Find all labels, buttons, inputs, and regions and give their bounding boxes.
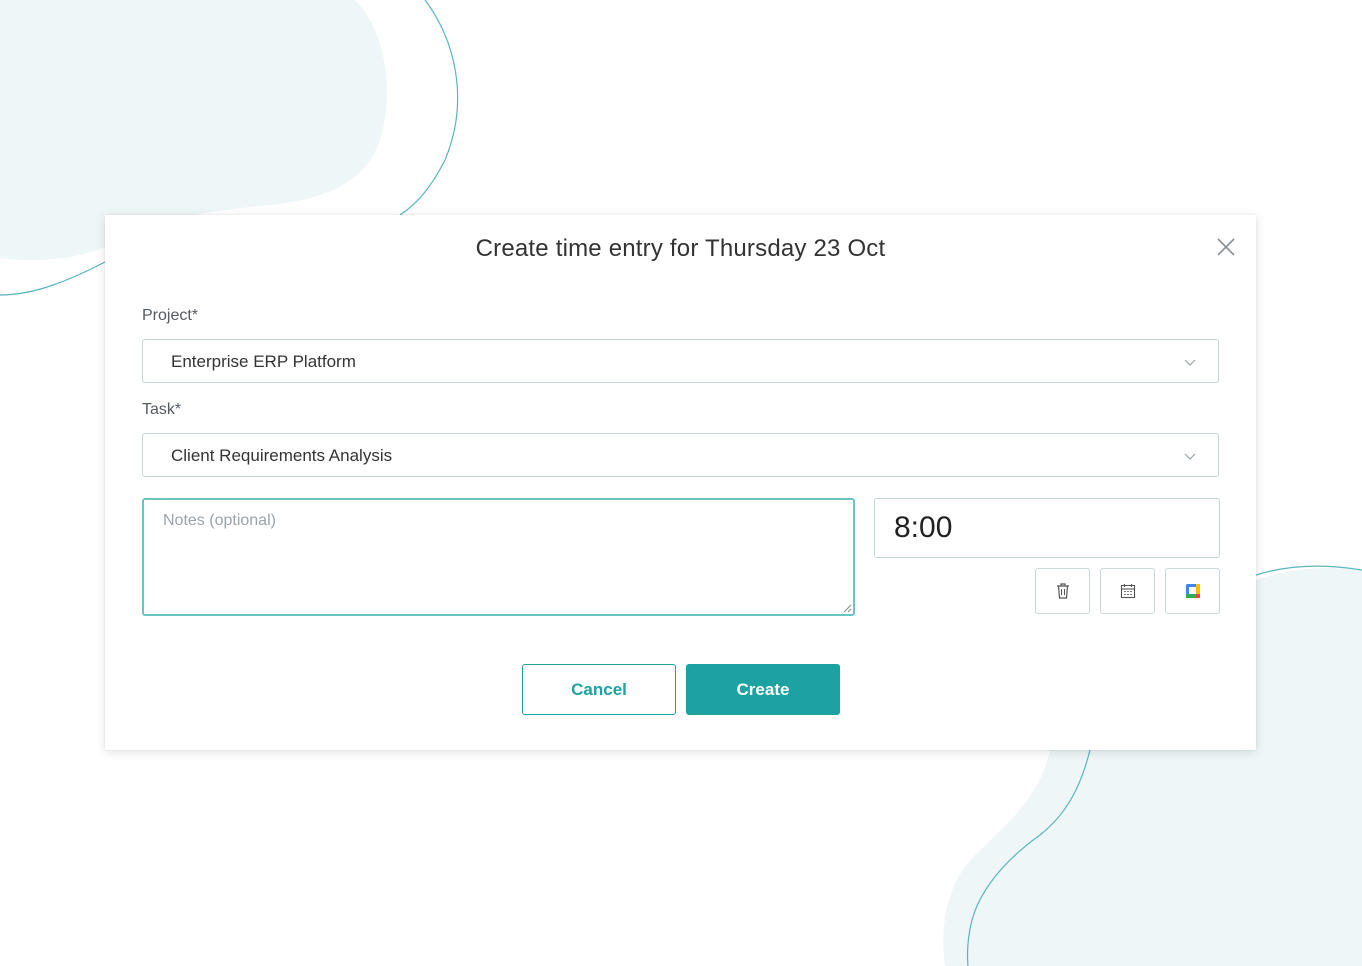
dialog-title: Create time entry for Thursday 23 Oct [475,235,886,262]
create-time-entry-dialog: Create time entry for Thursday 23 Oct Pr… [105,215,1256,750]
cancel-button[interactable]: Cancel [522,664,676,715]
chevron-down-icon [1184,359,1196,366]
task-select[interactable]: Client Requirements Analysis [142,433,1219,477]
calendar-button[interactable] [1100,568,1155,614]
calendar-icon [1120,584,1135,599]
duration-input[interactable] [874,498,1220,558]
resize-grip-icon[interactable] [842,603,852,613]
project-label: Project* [142,307,199,324]
project-select[interactable]: Enterprise ERP Platform [142,339,1219,383]
task-select-value: Client Requirements Analysis [171,446,393,465]
chevron-down-icon [1184,453,1196,460]
google-calendar-icon [1185,584,1200,598]
task-label: Task* [142,401,182,418]
create-button[interactable]: Create [686,664,840,715]
delete-button[interactable] [1035,568,1090,614]
close-button[interactable] [1214,235,1238,259]
project-select-value: Enterprise ERP Platform [171,352,356,371]
notes-textarea[interactable] [142,498,855,616]
close-icon [1217,238,1235,256]
trash-icon [1056,583,1069,599]
google-calendar-button[interactable] [1165,568,1220,614]
